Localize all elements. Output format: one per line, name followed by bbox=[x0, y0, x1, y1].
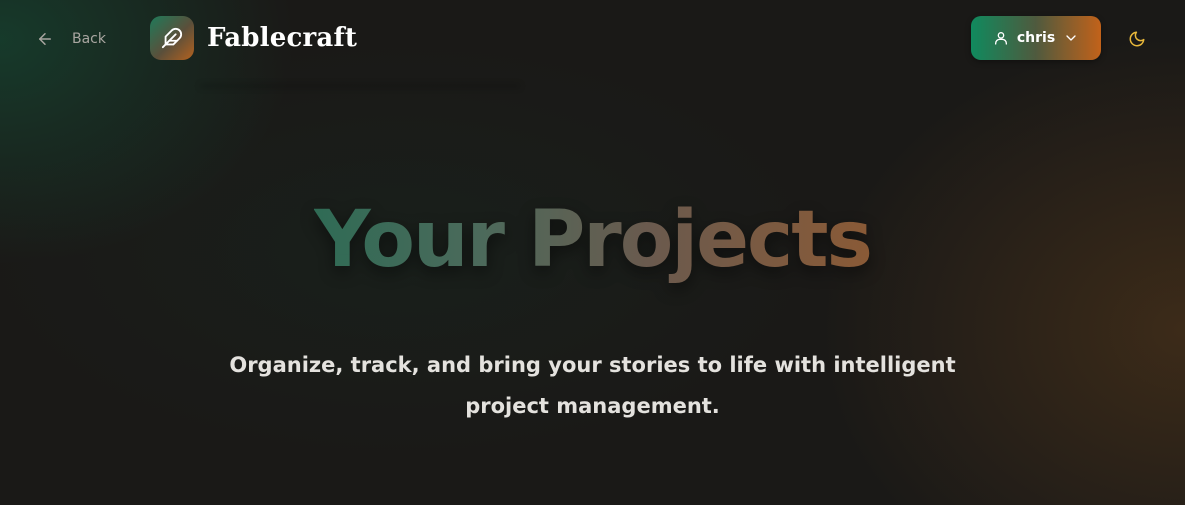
user-icon bbox=[994, 32, 1007, 45]
brand-logo[interactable] bbox=[150, 16, 194, 60]
brand-name[interactable]: Fablecraft bbox=[207, 19, 357, 57]
page-title-text: Your Projects bbox=[314, 195, 873, 285]
arrow-left-icon bbox=[39, 33, 51, 45]
back-button[interactable]: Back bbox=[36, 26, 106, 52]
theme-toggle-button[interactable] bbox=[1124, 26, 1150, 52]
user-name: chris bbox=[1016, 30, 1056, 46]
feather-icon bbox=[161, 27, 183, 49]
back-label: Back bbox=[72, 31, 106, 47]
moon-icon bbox=[1129, 31, 1145, 47]
header-divider bbox=[200, 84, 520, 88]
user-menu-button[interactable]: chris bbox=[971, 16, 1101, 60]
projects-page: Back Fablecraft chris Your Projects Orga… bbox=[0, 0, 1185, 505]
page-title: Your Projects bbox=[0, 190, 1185, 290]
chevron-down-icon bbox=[1066, 35, 1076, 41]
page-subtitle: Organize, track, and bring your stories … bbox=[229, 353, 956, 418]
